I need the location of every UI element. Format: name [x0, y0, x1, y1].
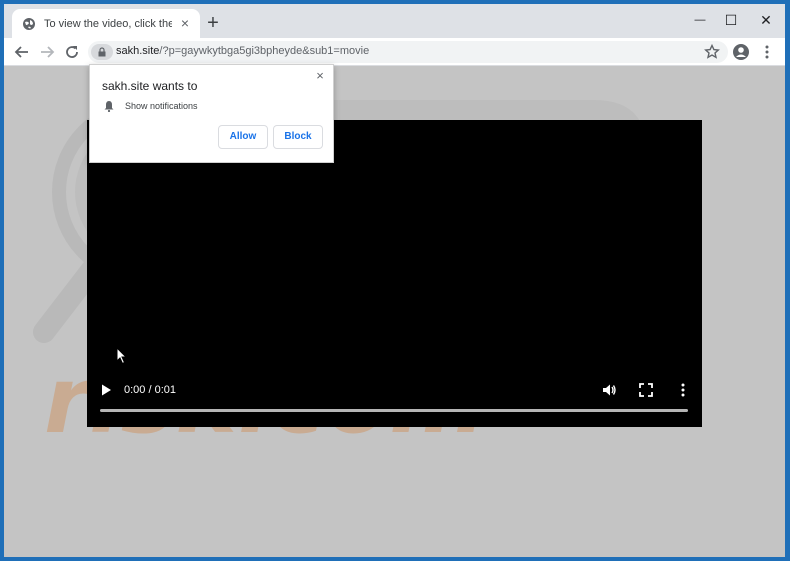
tab-close-icon[interactable]: × — [178, 16, 192, 30]
block-button[interactable]: Block — [273, 125, 323, 149]
prompt-permission: Show notifications — [125, 101, 198, 111]
minimize-button[interactable]: — — [690, 10, 710, 30]
url-domain: sakh.site — [116, 45, 160, 57]
allow-button[interactable]: Allow — [218, 125, 268, 149]
notification-permission-prompt: × sakh.site wants to Show notifications … — [89, 64, 334, 163]
back-arrow-icon[interactable] — [13, 43, 31, 61]
tab-title: To view the video, click the Allow — [44, 17, 172, 30]
forward-arrow-icon[interactable] — [38, 43, 56, 61]
browser-window: To view the video, click the Allow × + —… — [4, 4, 785, 557]
fullscreen-icon[interactable] — [638, 382, 654, 398]
site-info-button[interactable] — [91, 44, 113, 60]
bell-icon — [104, 101, 114, 112]
url-text: sakh.site/?p=gaywkytbga5gi3bpheyde&sub1=… — [116, 45, 369, 57]
globe-icon — [23, 17, 35, 30]
prompt-title: sakh.site wants to — [102, 79, 198, 93]
video-progress-bar[interactable] — [100, 409, 688, 412]
url-path: /?p=gaywkytbga5gi3bpheyde&sub1=movie — [159, 45, 370, 57]
profile-avatar-icon[interactable] — [732, 43, 750, 61]
title-bar: To view the video, click the Allow × + —… — [4, 4, 785, 38]
more-menu-icon[interactable] — [758, 43, 776, 61]
video-time: 0:00 / 0:01 — [124, 384, 176, 396]
prompt-close-icon[interactable]: × — [314, 69, 326, 82]
bookmark-star-icon[interactable] — [703, 43, 721, 61]
new-tab-button[interactable]: + — [204, 13, 222, 33]
browser-tab[interactable]: To view the video, click the Allow × — [12, 9, 200, 38]
reload-icon[interactable] — [63, 43, 81, 61]
video-player[interactable]: 0:00 / 0:01 — [87, 120, 702, 427]
address-bar[interactable]: sakh.site/?p=gaywkytbga5gi3bpheyde&sub1=… — [88, 41, 728, 63]
browser-toolbar: sakh.site/?p=gaywkytbga5gi3bpheyde&sub1=… — [4, 38, 785, 66]
video-more-icon[interactable] — [675, 382, 691, 398]
mouse-cursor-icon — [116, 347, 128, 365]
play-icon[interactable] — [99, 383, 113, 397]
volume-icon[interactable] — [601, 382, 617, 398]
maximize-button[interactable]: ☐ — [721, 10, 741, 30]
lock-icon — [98, 47, 106, 57]
close-window-button[interactable]: ✕ — [756, 10, 776, 30]
